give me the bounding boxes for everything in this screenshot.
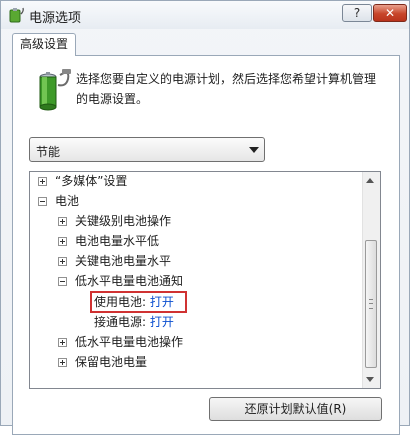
highlight-box [90,291,187,313]
tree-item-battery[interactable]: 电池 [38,191,79,211]
tree-item-low-level[interactable]: 电池电量水平低 [58,231,159,251]
grip-icon [369,299,373,309]
expand-icon[interactable] [58,237,67,246]
tree-item-label: 电池 [55,194,80,208]
expand-icon[interactable] [58,338,67,347]
tree-item-low-notification[interactable]: 低水平电量电池通知 [58,271,183,291]
scroll-up-arrow-icon[interactable] [366,178,374,183]
tab-advanced-settings[interactable]: 高级设置 [12,33,76,56]
settings-tree: “多媒体”设置 电池 关键级别电池操作 电池电量水平低 关键电池电量水平 低水平… [29,171,381,389]
description-text: 选择您要自定义的电源计划，然后选择您希望计算机管理的电源设置。 [76,72,377,106]
help-button[interactable]: ? [342,4,372,22]
tree-item-low-action[interactable]: 低水平电量电池操作 [58,332,183,352]
window-title: 电源选项 [29,11,82,26]
collapse-icon[interactable] [58,277,67,286]
power-options-window: 电源选项 ? ✕ 高级设置 选择您要自定义的电源计划，然后选择您希望计算机管理的… [0,0,410,435]
tree-item-reserve-level[interactable]: 保留电池电量 [58,352,147,372]
tree-item-label: 关键级别电池操作 [75,214,172,228]
tree-item-multimedia[interactable]: “多媒体”设置 [38,172,128,191]
tree-item-label: 低水平电量电池通知 [75,274,184,288]
tree-item-label: 关键电池电量水平 [75,254,172,268]
tree-item-label: “多媒体”设置 [55,174,128,188]
expand-icon[interactable] [58,358,67,367]
tree-item-critical-action[interactable]: 关键级别电池操作 [58,211,171,231]
battery-icon [39,69,71,111]
expand-icon[interactable] [38,177,47,186]
tree-item-label: 保留电池电量 [75,355,148,369]
scrollbar-thumb[interactable] [365,240,377,368]
setting-label: 接通电源: [94,315,147,329]
tree-scrollbar[interactable] [362,172,380,388]
scroll-down-arrow-icon[interactable] [366,377,374,382]
tree-item-critical-level[interactable]: 关键电池电量水平 [58,251,171,271]
setting-value-link[interactable]: 打开 [150,315,174,329]
chevron-down-icon [249,147,259,153]
power-options-icon [9,7,24,23]
title-bar[interactable]: 电源选项 ? ✕ [1,1,409,29]
expand-icon[interactable] [58,257,67,266]
power-plan-select[interactable]: 节能 [29,137,265,162]
power-plan-value: 节能 [36,145,61,159]
collapse-icon[interactable] [38,197,47,206]
setting-plugged-in[interactable]: 接通电源: 打开 [94,312,174,332]
close-button[interactable]: ✕ [373,4,407,22]
tree-item-label: 电池电量水平低 [75,234,160,248]
expand-icon[interactable] [58,217,67,226]
restore-defaults-button[interactable]: 还原计划默认值(R) [209,397,382,421]
tree-item-label: 低水平电量电池操作 [75,335,184,349]
